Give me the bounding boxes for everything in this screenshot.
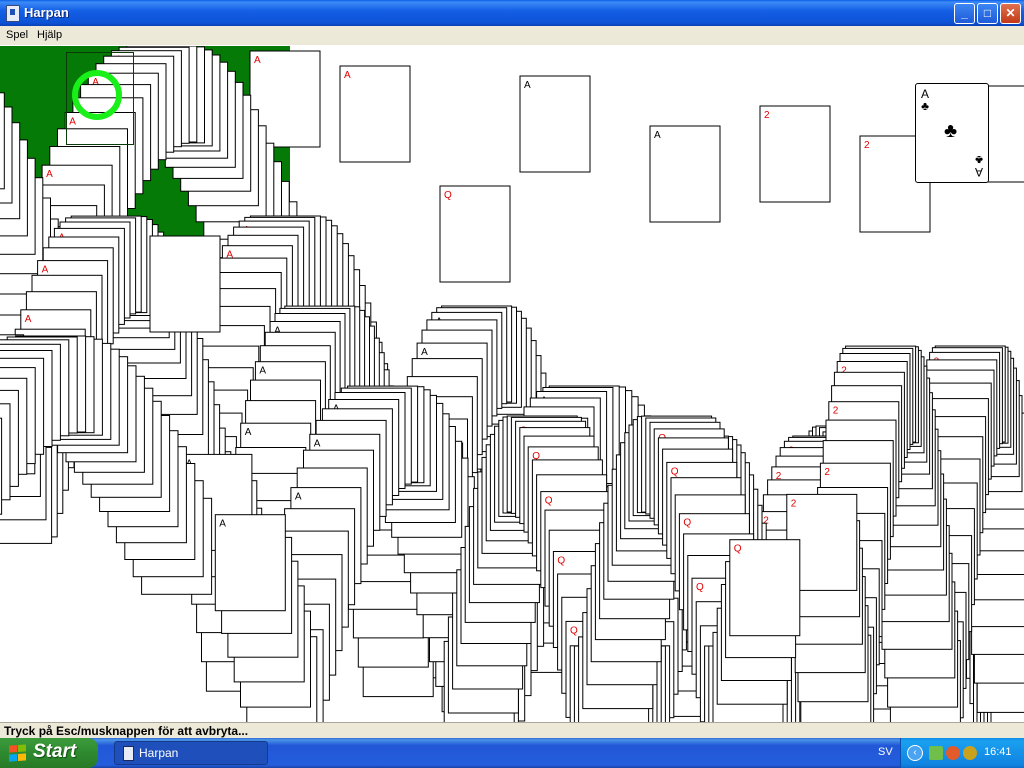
trail-card-rank: 2 bbox=[791, 498, 797, 509]
trail-card-rank: A bbox=[219, 519, 226, 530]
menu-spel[interactable]: Spel bbox=[6, 29, 28, 41]
status-message: Tryck på Esc/musknappen för att avbryta.… bbox=[4, 724, 249, 738]
tray-network-icon[interactable] bbox=[929, 746, 943, 760]
trail-card bbox=[0, 417, 3, 515]
taskbar-button-label: Harpan bbox=[139, 746, 179, 760]
start-label: Start bbox=[33, 741, 77, 762]
trail-card-rank: A bbox=[344, 70, 351, 81]
title-bar[interactable]: Harpan _ □ ✕ bbox=[0, 0, 1024, 26]
app-window-icon[interactable] bbox=[6, 5, 20, 22]
taskbar: Start Harpan SV ‹ 16:41 bbox=[0, 738, 1024, 768]
card-corner-top: A ♣ bbox=[921, 87, 930, 113]
maximize-button[interactable]: □ bbox=[977, 3, 998, 24]
taskbar-button-harpan[interactable]: Harpan bbox=[114, 741, 268, 765]
trail-card-rank: A bbox=[295, 492, 302, 503]
trail-card-rank: Q bbox=[444, 190, 452, 201]
system-tray: ‹ 16:41 bbox=[900, 738, 1024, 768]
tray-sound-icon[interactable] bbox=[946, 746, 960, 760]
menu-hjalp[interactable]: Hjälp bbox=[37, 29, 62, 41]
trail-card-rank: Q bbox=[545, 496, 553, 507]
close-button[interactable]: ✕ bbox=[1000, 3, 1021, 24]
trail-card-rank: Q bbox=[671, 466, 679, 477]
stock-pile-empty[interactable] bbox=[66, 52, 134, 145]
redeal-ring-icon bbox=[72, 70, 122, 120]
trail-card-rank: A bbox=[524, 80, 531, 91]
app-window-icon bbox=[123, 746, 134, 761]
language-indicator[interactable]: SV bbox=[878, 746, 893, 758]
minimize-button[interactable]: _ bbox=[954, 3, 975, 24]
trail-card-rank: A bbox=[314, 438, 321, 449]
status-bar: Tryck på Esc/musknappen för att avbryta.… bbox=[0, 722, 1024, 739]
trail-card-rank: A bbox=[259, 366, 266, 377]
trail-card-rank: Q bbox=[734, 544, 742, 555]
trail-card-rank: A bbox=[42, 265, 49, 276]
trail-card-rank: A bbox=[46, 169, 53, 180]
club-suit-icon: ♣ bbox=[944, 120, 958, 142]
trail-card-rank: 2 bbox=[824, 467, 830, 478]
trail-card-rank: Q bbox=[696, 582, 704, 593]
start-button[interactable]: Start bbox=[0, 738, 98, 768]
windows-logo-icon bbox=[9, 744, 26, 762]
trail-card bbox=[759, 105, 831, 203]
trail-card-rank: 2 bbox=[833, 406, 839, 417]
trail-card-rank: Q bbox=[557, 556, 565, 567]
trail-card-rank: 2 bbox=[764, 110, 770, 121]
trail-card-rank: A bbox=[254, 55, 261, 66]
trail-card-rank: 2 bbox=[864, 140, 870, 151]
card-corner-bottom: A ♣ bbox=[974, 153, 983, 179]
card-cascade: AAAAAAAAAAAAAAAAAAAAAAAAAAAAAAAAAAAAAAAA… bbox=[0, 46, 1024, 722]
menu-bar: Spel Hjälp bbox=[0, 26, 1024, 45]
playing-card[interactable]: A ♣ ♣ A ♣ bbox=[915, 83, 989, 183]
trail-card bbox=[0, 92, 5, 190]
tray-antivirus-icon[interactable] bbox=[963, 746, 977, 760]
trail-card-rank: A bbox=[654, 130, 661, 141]
trail-card-rank: A bbox=[245, 427, 252, 438]
tray-expand-button[interactable]: ‹ bbox=[907, 745, 923, 761]
trail-card-rank: A bbox=[25, 314, 32, 325]
trail-card-rank: Q bbox=[683, 518, 691, 529]
trail-card-rank: A bbox=[421, 347, 428, 358]
game-area[interactable]: AAAAAAAAAAAAAAAAAAAAAAAAAAAAAAAAAAAAAAAA… bbox=[0, 46, 1024, 722]
trail-card-rank: Q bbox=[570, 625, 578, 636]
tray-clock: 16:41 bbox=[984, 746, 1012, 758]
window-title: Harpan bbox=[24, 5, 69, 20]
trail-card bbox=[149, 235, 221, 333]
